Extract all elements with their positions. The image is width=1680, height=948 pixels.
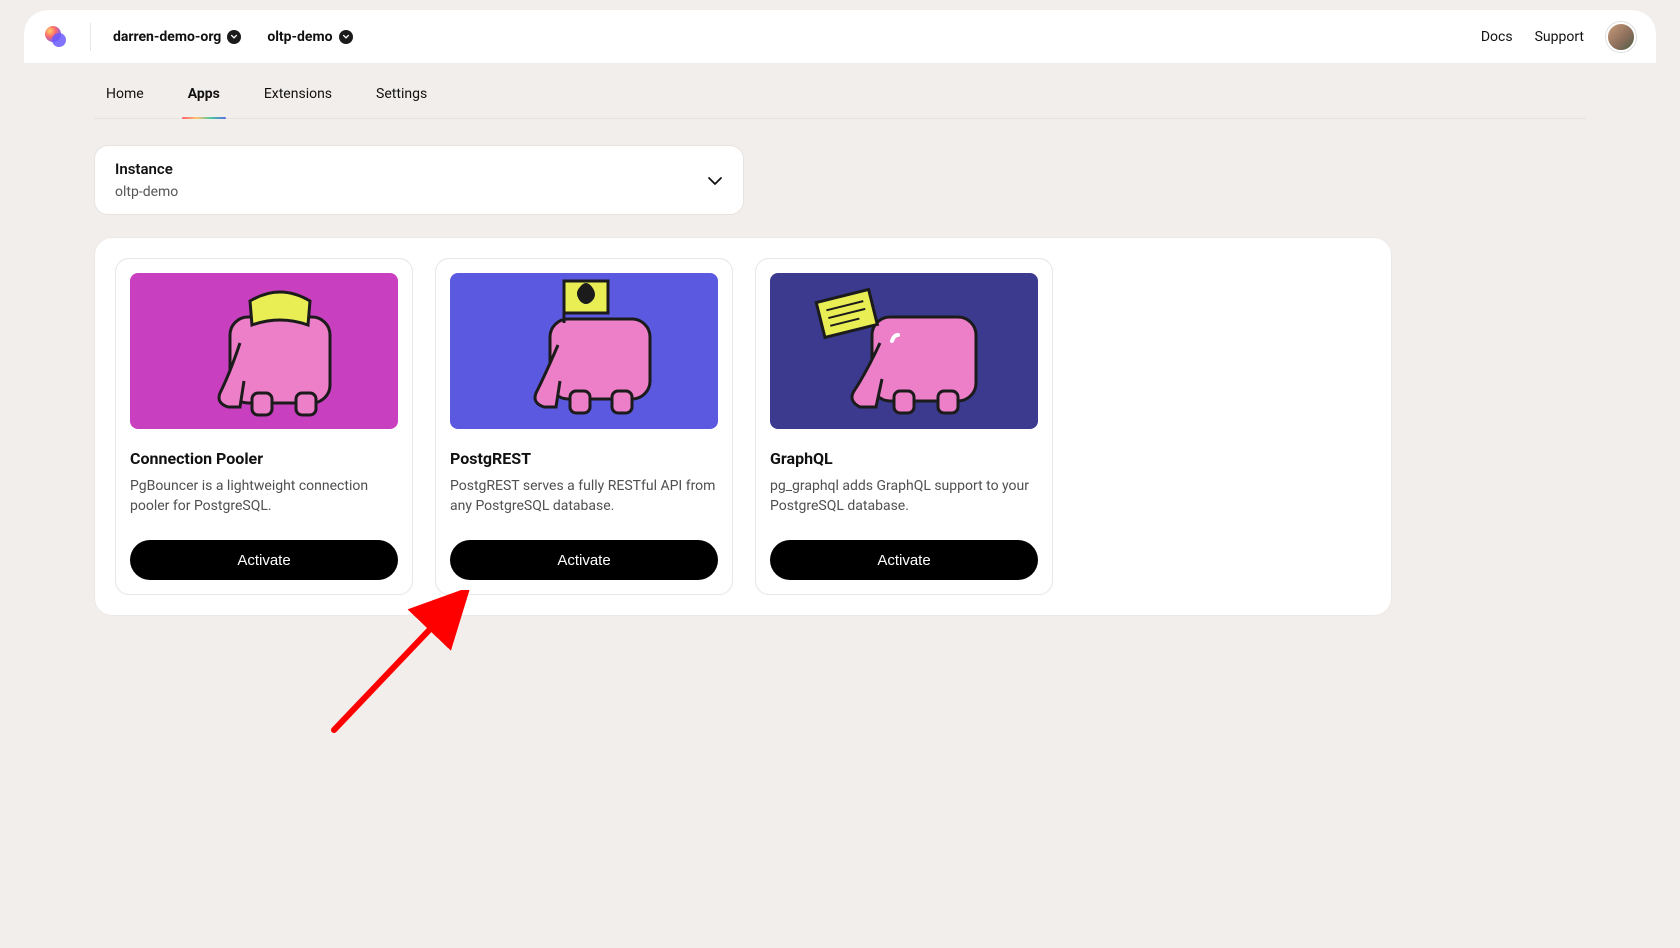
divider bbox=[90, 23, 91, 51]
activate-button[interactable]: Activate bbox=[450, 540, 718, 580]
project-name: oltp-demo bbox=[267, 29, 332, 45]
app-description: pg_graphql adds GraphQL support to your … bbox=[770, 476, 1038, 518]
activate-button[interactable]: Activate bbox=[770, 540, 1038, 580]
app-card-graphql: GraphQL pg_graphql adds GraphQL support … bbox=[755, 258, 1053, 595]
logo-icon bbox=[44, 25, 68, 49]
org-selector[interactable]: darren-demo-org bbox=[113, 29, 241, 45]
app-card-postgrest: PostgREST PostgREST serves a fully RESTf… bbox=[435, 258, 733, 595]
app-description: PgBouncer is a lightweight connection po… bbox=[130, 476, 398, 518]
tab-extensions[interactable]: Extensions bbox=[264, 86, 332, 118]
project-selector[interactable]: oltp-demo bbox=[267, 29, 352, 45]
app-description: PostgREST serves a fully RESTful API fro… bbox=[450, 476, 718, 518]
app-illustration bbox=[770, 273, 1038, 429]
tab-home[interactable]: Home bbox=[106, 86, 144, 118]
tab-apps[interactable]: Apps bbox=[188, 86, 220, 118]
app-card-connection-pooler: Connection Pooler PgBouncer is a lightwe… bbox=[115, 258, 413, 595]
app-title: GraphQL bbox=[770, 449, 1038, 468]
app-title: PostgREST bbox=[450, 449, 718, 468]
avatar[interactable] bbox=[1606, 22, 1636, 52]
tabs: Home Apps Extensions Settings bbox=[94, 64, 1586, 119]
instance-value: oltp-demo bbox=[115, 184, 178, 200]
chevron-down-icon bbox=[227, 30, 241, 44]
activate-button[interactable]: Activate bbox=[130, 540, 398, 580]
instance-label: Instance bbox=[115, 160, 178, 178]
instance-selector[interactable]: Instance oltp-demo bbox=[94, 145, 744, 215]
support-link[interactable]: Support bbox=[1535, 29, 1584, 45]
docs-link[interactable]: Docs bbox=[1481, 29, 1513, 45]
org-name: darren-demo-org bbox=[113, 29, 221, 45]
app-illustration bbox=[450, 273, 718, 429]
chevron-down-icon bbox=[707, 171, 723, 190]
topbar: darren-demo-org oltp-demo Docs Support bbox=[24, 10, 1656, 64]
app-title: Connection Pooler bbox=[130, 449, 398, 468]
chevron-down-icon bbox=[339, 30, 353, 44]
apps-grid: Connection Pooler PgBouncer is a lightwe… bbox=[94, 237, 1392, 616]
app-illustration bbox=[130, 273, 398, 429]
tab-settings[interactable]: Settings bbox=[376, 86, 427, 118]
